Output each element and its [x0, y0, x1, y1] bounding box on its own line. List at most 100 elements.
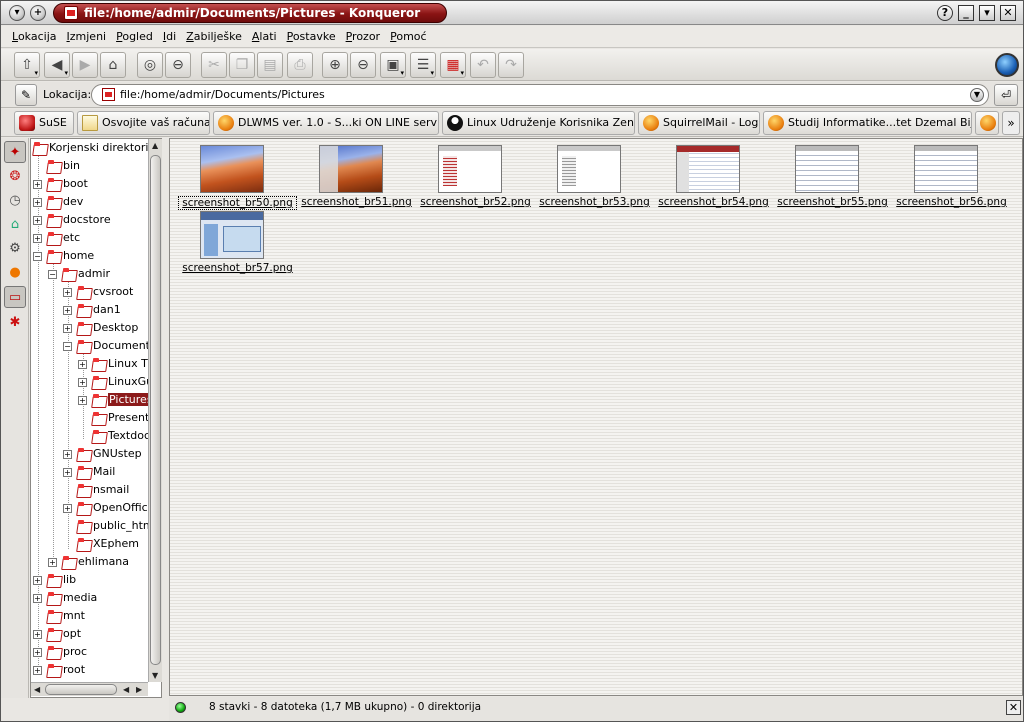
scroll-left-icon[interactable]: ◀ [123, 685, 129, 694]
scroll-down-icon[interactable]: ▼ [152, 671, 158, 680]
tree-node-proc[interactable]: proc [47, 643, 87, 661]
tree-node-present[interactable]: Present [92, 409, 149, 427]
services-tab-icon[interactable]: ✱ [4, 312, 26, 334]
expand-icon[interactable]: + [33, 630, 42, 639]
tree-node-home[interactable]: home [47, 247, 94, 265]
menu-pomoc[interactable]: Pomoć [390, 30, 426, 43]
location-dropdown-icon[interactable]: ▼ [970, 88, 984, 102]
close-view-button[interactable]: ✕ [1006, 700, 1021, 715]
expand-icon[interactable]: + [78, 378, 87, 387]
menu-idi[interactable]: Idi [163, 30, 176, 43]
bookmark-osvojite[interactable]: Osvojite vaš računar! [77, 111, 210, 135]
tree-vertical-scrollbar[interactable]: ▲ ▼ [148, 139, 162, 682]
bookmark-dlwms[interactable]: DLWMS ver. 1.0 - S...ki ON LINE servisi [213, 111, 439, 135]
root-folder-tab-icon[interactable]: ▭ [4, 286, 26, 308]
expand-icon[interactable]: + [63, 288, 72, 297]
tree-horizontal-scrollbar[interactable]: ◀ ◀ ▶ [31, 682, 148, 696]
tree-node-gnustep[interactable]: GNUstep [77, 445, 142, 463]
history-tab-icon[interactable]: ❂ [4, 166, 26, 188]
tree-node-admir[interactable]: admir [62, 265, 110, 283]
scroll-right-icon[interactable]: ▶ [136, 685, 142, 694]
tree-node-root-folder[interactable]: root [47, 661, 85, 679]
forward-arrow-icon[interactable]: ▶ [72, 52, 98, 78]
collapse-icon[interactable]: − [48, 270, 57, 279]
scroll-up-icon[interactable]: ▲ [152, 141, 158, 150]
tree-node-bin[interactable]: bin [47, 157, 80, 175]
menu-prozor[interactable]: Prozor [346, 30, 381, 43]
file-icon-view[interactable]: screenshot_br50.png screenshot_br51.png … [169, 138, 1023, 696]
tree-node-lib[interactable]: lib [47, 571, 76, 589]
bookmark-overflow[interactable] [975, 111, 999, 135]
tree-node-nsmail[interactable]: nsmail [77, 481, 129, 499]
help-button[interactable]: ? [937, 5, 953, 21]
expand-icon[interactable]: + [33, 576, 42, 585]
cut-icon[interactable]: ✂ [201, 52, 227, 78]
home-icon[interactable]: ⌂ [100, 52, 126, 78]
expand-icon[interactable]: + [33, 216, 42, 225]
expand-icon[interactable]: + [63, 450, 72, 459]
tree-node-ehlimana[interactable]: ehlimana [62, 553, 129, 571]
tree-node-pictures[interactable]: Pictures [92, 391, 154, 409]
tree-node-documents[interactable]: Documents [77, 337, 156, 355]
view-icon[interactable]: ▣ ▾ [380, 52, 406, 78]
expand-icon[interactable]: + [33, 234, 42, 243]
scrollbar-thumb[interactable] [45, 684, 117, 695]
zoom-out-icon[interactable]: ⊖ [350, 52, 376, 78]
expand-icon[interactable]: + [63, 306, 72, 315]
tree-node-linux-ti[interactable]: Linux Ti [92, 355, 151, 373]
view-mode-icon[interactable]: ☰ ▾ [410, 52, 436, 78]
file-item[interactable]: screenshot_br55.png [773, 139, 892, 208]
maximize-button[interactable]: ▾ [979, 5, 995, 21]
expand-icon[interactable]: + [78, 396, 87, 405]
window-menu-icon[interactable]: ▾ [9, 5, 25, 21]
tree-node-root[interactable]: Korjenski direktorij [33, 139, 152, 157]
close-button[interactable]: ✕ [1000, 5, 1016, 21]
title-bar[interactable]: ▾ + file:/home/admir/Documents/Pictures … [1, 1, 1023, 25]
back-arrow-icon[interactable]: ◀ ▾ [44, 52, 70, 78]
tree-node-dev[interactable]: dev [47, 193, 83, 211]
more-bookmarks-button[interactable]: » [1002, 111, 1020, 135]
throbber-icon[interactable] [995, 53, 1019, 77]
expand-icon[interactable]: + [33, 198, 42, 207]
expand-icon[interactable]: + [33, 648, 42, 657]
network-tab-icon[interactable]: ⚙ [4, 238, 26, 260]
tree-node-xephem[interactable]: XEphem [77, 535, 139, 553]
reload-icon[interactable]: ◎ [137, 52, 163, 78]
bookmark-studij-informatike[interactable]: Studij Informatike...tet Dzemal Bijedic [763, 111, 972, 135]
tree-node-boot[interactable]: boot [47, 175, 88, 193]
collapse-icon[interactable]: − [33, 252, 42, 261]
expand-icon[interactable]: + [63, 324, 72, 333]
zoom-in-icon[interactable]: ⊕ [322, 52, 348, 78]
bookmark-linux-udruzenje[interactable]: Linux Udruženje Korisnika Zenice [442, 111, 635, 135]
undo-icon[interactable]: ↶ [470, 52, 496, 78]
file-item[interactable]: screenshot_br53.png [535, 139, 654, 208]
stop-icon[interactable]: ⊖ [165, 52, 191, 78]
tree-node-etc[interactable]: etc [47, 229, 80, 247]
file-item[interactable]: screenshot_br56.png [892, 139, 1011, 208]
scrollbar-thumb[interactable] [150, 155, 161, 665]
paste-icon[interactable]: ▤ [257, 52, 283, 78]
go-button[interactable]: ⏎ [994, 84, 1018, 106]
tree-node-media[interactable]: media [47, 589, 97, 607]
menu-izmjeni[interactable]: Izmjeni [67, 30, 107, 43]
tree-node-mnt[interactable]: mnt [47, 607, 85, 625]
file-item[interactable]: screenshot_br52.png [416, 139, 535, 208]
expand-icon[interactable]: + [78, 360, 87, 369]
clock-tab-icon[interactable]: ◷ [4, 190, 26, 212]
expand-icon[interactable]: + [48, 558, 57, 567]
bookmarks-tab-icon[interactable]: ✦ [4, 141, 26, 163]
up-arrow-icon[interactable]: ⇧ ▾ [14, 52, 40, 78]
menu-lokacija[interactable]: Lokacija [12, 30, 57, 43]
expand-icon[interactable]: + [63, 504, 72, 513]
copy-icon[interactable]: ❐ [229, 52, 255, 78]
location-input[interactable]: file:/home/admir/Documents/Pictures ▼ [91, 84, 989, 106]
file-item[interactable]: screenshot_br51.png [297, 139, 416, 208]
menu-alati[interactable]: Alati [252, 30, 277, 43]
expand-icon[interactable]: + [33, 594, 42, 603]
file-item[interactable]: screenshot_br57.png [178, 205, 297, 274]
menu-postavke[interactable]: Postavke [287, 30, 336, 43]
tree-node-dan1[interactable]: dan1 [77, 301, 121, 319]
tile-icon[interactable]: ▦ ▾ [440, 52, 466, 78]
tree-node-opt[interactable]: opt [47, 625, 81, 643]
tree-node-openoffice[interactable]: OpenOffice [77, 499, 155, 517]
